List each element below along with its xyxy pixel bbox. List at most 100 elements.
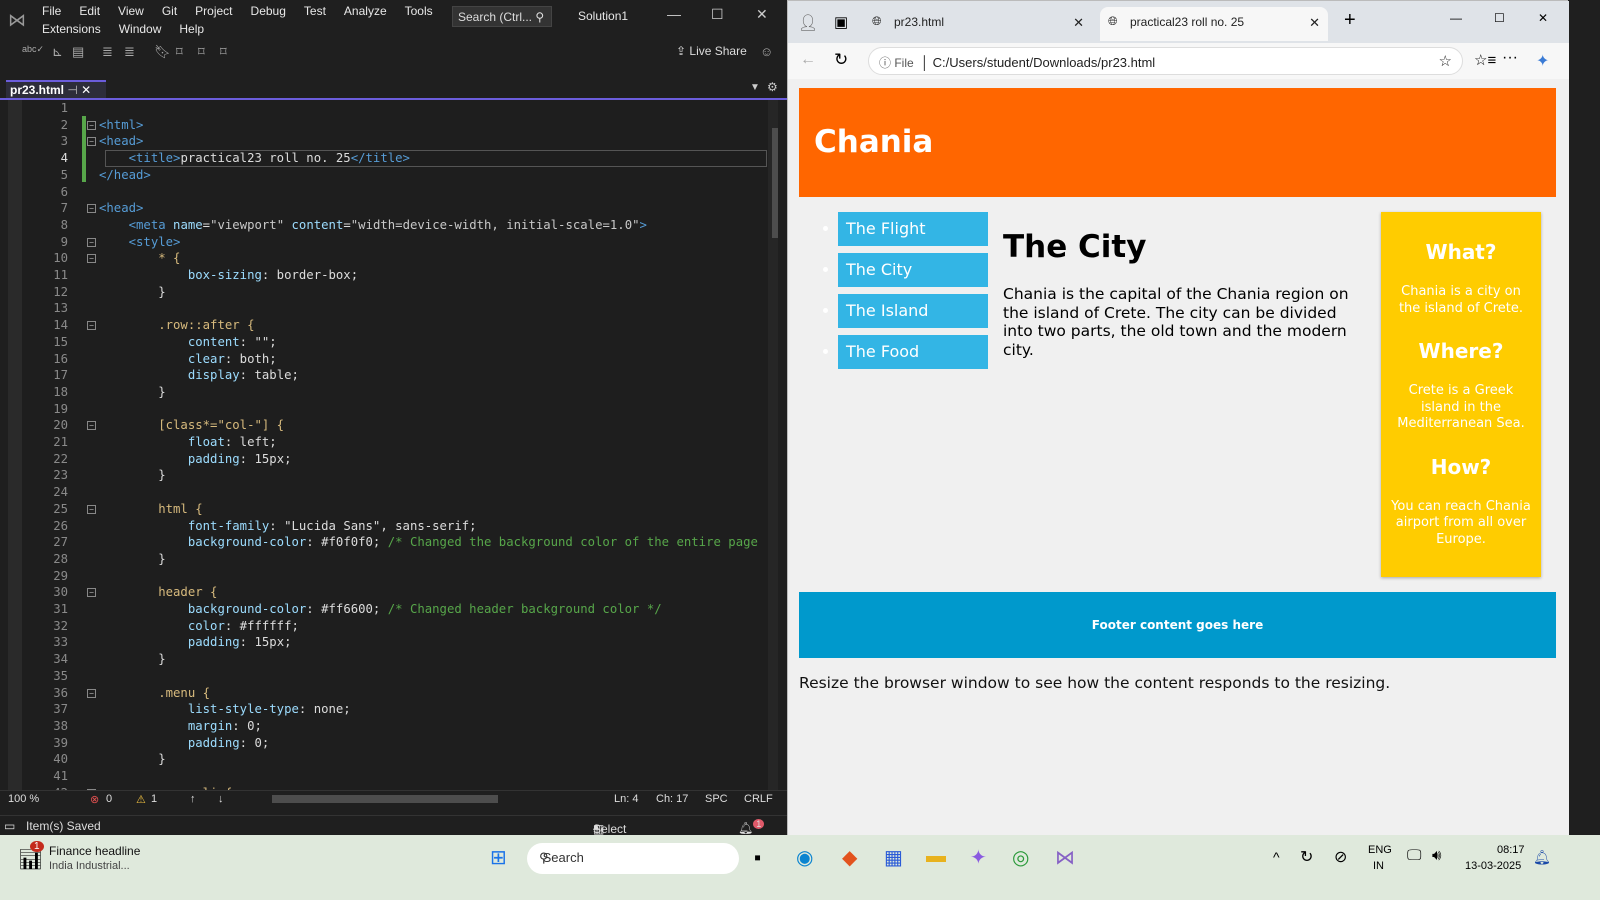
pin-icon[interactable]: ⊣ bbox=[67, 83, 77, 97]
profile-icon[interactable]: 👤︎ bbox=[798, 13, 818, 33]
zoom-level[interactable]: 100 % bbox=[8, 793, 39, 805]
code-line[interactable]: 38 margin: 0; bbox=[8, 718, 768, 735]
code-line[interactable]: 36 − .menu { bbox=[8, 685, 768, 702]
code-line[interactable]: 18 } bbox=[8, 384, 768, 401]
browser-maximize-button[interactable]: ☐ bbox=[1494, 11, 1505, 25]
taskbar-search[interactable]: ⚲ Search bbox=[527, 843, 739, 874]
menu-analyze[interactable]: Analyze bbox=[344, 4, 387, 18]
code-line[interactable]: 31 background-color: #ff6600; /* Changed… bbox=[8, 601, 768, 618]
code-line[interactable]: 15 content: ""; bbox=[8, 334, 768, 351]
news-subtitle[interactable]: India Industrial... bbox=[49, 860, 130, 872]
notification-bell-icon[interactable]: 🔔︎ bbox=[1533, 849, 1551, 866]
clock-date[interactable]: 13-03-2025 bbox=[1465, 860, 1521, 872]
sync-icon[interactable]: ↻ bbox=[1300, 847, 1313, 867]
code-line[interactable]: 21 float: left; bbox=[8, 434, 768, 451]
comment-icon[interactable]: ▤ bbox=[72, 44, 84, 60]
code-line[interactable]: 20 − [class*="col-"] { bbox=[8, 417, 768, 434]
code-line[interactable]: 5 </head> bbox=[8, 167, 768, 184]
code-line[interactable]: 14 − .row::after { bbox=[8, 317, 768, 334]
menu-help[interactable]: Help bbox=[179, 22, 204, 36]
code-line[interactable]: 16 clear: both; bbox=[8, 351, 768, 368]
menu-edit[interactable]: Edit bbox=[79, 4, 100, 18]
code-line[interactable]: 1 bbox=[8, 100, 768, 117]
spellcheck-icon[interactable]: abc✓ bbox=[22, 44, 44, 55]
horizontal-scrollbar[interactable] bbox=[272, 795, 498, 803]
fold-toggle-icon[interactable]: − bbox=[87, 321, 96, 331]
code-line[interactable]: 32 color: #ffffff; bbox=[8, 618, 768, 635]
new-tab-button[interactable]: + bbox=[1344, 9, 1356, 32]
language-label[interactable]: ENG bbox=[1368, 844, 1392, 856]
visual-studio-icon[interactable]: ⋈ bbox=[1055, 845, 1075, 870]
fold-toggle-icon[interactable]: − bbox=[87, 504, 96, 514]
indent-icon[interactable]: ≣ bbox=[102, 44, 113, 60]
code-line[interactable]: 23 } bbox=[8, 467, 768, 484]
edge-icon[interactable]: ◉ bbox=[796, 845, 813, 870]
menu-view[interactable]: View bbox=[118, 4, 144, 18]
refresh-icon[interactable]: ↻ bbox=[834, 50, 848, 70]
bookmark-clear-icon[interactable]: ⌑ bbox=[220, 44, 227, 60]
code-line[interactable]: 28 } bbox=[8, 551, 768, 568]
browser-minimize-button[interactable]: — bbox=[1450, 11, 1462, 25]
notifications-icon[interactable]: 🔔︎ 1 bbox=[738, 819, 765, 835]
back-icon[interactable]: ← bbox=[800, 51, 816, 69]
nav-item-food[interactable]: The Food bbox=[823, 335, 988, 369]
favorites-icon[interactable]: ☆≡ bbox=[1474, 51, 1496, 69]
outdent-icon[interactable]: ≣ bbox=[124, 44, 135, 60]
address-bar[interactable]: ⓘ File │ C:/Users/student/Downloads/pr23… bbox=[868, 47, 1463, 75]
nav-item-city[interactable]: The City bbox=[823, 253, 988, 287]
code-line[interactable]: 33 padding: 15px; bbox=[8, 634, 768, 651]
code-line[interactable]: 11 box-sizing: border-box; bbox=[8, 267, 768, 284]
code-line[interactable]: 27 background-color: #f0f0f0; /* Changed… bbox=[8, 534, 768, 551]
fold-toggle-icon[interactable]: − bbox=[87, 137, 96, 147]
code-line[interactable]: 10 − * { bbox=[8, 250, 768, 267]
vs-search-box[interactable]: Search (Ctrl... ⚲ bbox=[452, 6, 552, 27]
fold-toggle-icon[interactable]: − bbox=[87, 254, 96, 264]
code-line[interactable]: 34 } bbox=[8, 651, 768, 668]
browser-close-button[interactable]: ✕ bbox=[1538, 11, 1548, 25]
code-line[interactable]: 24 bbox=[8, 484, 768, 501]
code-line[interactable]: 7 − <head> bbox=[8, 200, 768, 217]
tab-pr23-html[interactable]: pr23.html ⊣ ✕ bbox=[6, 80, 106, 98]
menu-file[interactable]: File bbox=[42, 4, 61, 18]
copilot-app-icon[interactable]: ✦ bbox=[970, 845, 987, 870]
browser-tab-practical23[interactable]: 🌐︎ practical23 roll no. 25 ✕ bbox=[1100, 7, 1328, 41]
code-line[interactable]: 39 padding: 0; bbox=[8, 735, 768, 752]
fold-toggle-icon[interactable]: − bbox=[87, 421, 96, 431]
next-issue-icon[interactable]: ↓ bbox=[218, 793, 224, 805]
menu-window[interactable]: Window bbox=[119, 22, 162, 36]
code-line[interactable]: 13 bbox=[8, 300, 768, 317]
menu-debug[interactable]: Debug bbox=[251, 4, 286, 18]
network-icon[interactable]: 🖵︎ bbox=[1407, 847, 1421, 864]
feedback-icon[interactable]: ☺ bbox=[760, 44, 773, 59]
maximize-button[interactable]: ☐ bbox=[711, 6, 724, 23]
settings-gear-icon[interactable]: ⚙ bbox=[767, 80, 778, 94]
code-line[interactable]: 2 − <html> bbox=[8, 117, 768, 134]
close-button[interactable]: ✕ bbox=[756, 6, 768, 23]
code-line[interactable]: 29 bbox=[8, 568, 768, 585]
volume-icon[interactable]: 🔊︎ bbox=[1432, 847, 1441, 864]
nav-item-island[interactable]: The Island bbox=[823, 294, 988, 328]
tab-close-icon[interactable]: ✕ bbox=[1309, 15, 1320, 31]
favorite-star-icon[interactable]: ☆ bbox=[1439, 52, 1452, 70]
vertical-scrollbar[interactable] bbox=[768, 100, 778, 790]
code-line[interactable]: 19 bbox=[8, 401, 768, 418]
prev-issue-icon[interactable]: ↑ bbox=[190, 793, 196, 805]
tab-actions-icon[interactable]: ▣ bbox=[834, 13, 848, 31]
start-button-icon[interactable]: ⊞ bbox=[490, 845, 507, 870]
whitespace-mode[interactable]: SPC bbox=[705, 793, 728, 805]
code-line[interactable]: 30 − header { bbox=[8, 584, 768, 601]
code-line[interactable]: 22 padding: 15px; bbox=[8, 451, 768, 468]
onedrive-icon[interactable]: ⊘ bbox=[1334, 847, 1347, 867]
code-line[interactable]: 26 font-family: "Lucida Sans", sans-seri… bbox=[8, 518, 768, 535]
bookmark-icon[interactable]: 🔖︎ bbox=[154, 44, 171, 60]
more-options-icon[interactable]: ··· bbox=[1502, 49, 1518, 67]
live-share-button[interactable]: ⇪ Live Share bbox=[676, 44, 747, 58]
chrome-icon[interactable]: ◎ bbox=[1012, 845, 1029, 870]
fold-toggle-icon[interactable]: − bbox=[87, 688, 96, 698]
select-icon[interactable]: ⊾ bbox=[52, 44, 63, 60]
code-line[interactable]: 17 display: table; bbox=[8, 367, 768, 384]
code-line[interactable]: 37 list-style-type: none; bbox=[8, 701, 768, 718]
warning-count[interactable]: 1 bbox=[151, 793, 157, 805]
task-view-icon[interactable]: ▪ bbox=[754, 847, 761, 870]
menu-tools[interactable]: Tools bbox=[405, 4, 433, 18]
